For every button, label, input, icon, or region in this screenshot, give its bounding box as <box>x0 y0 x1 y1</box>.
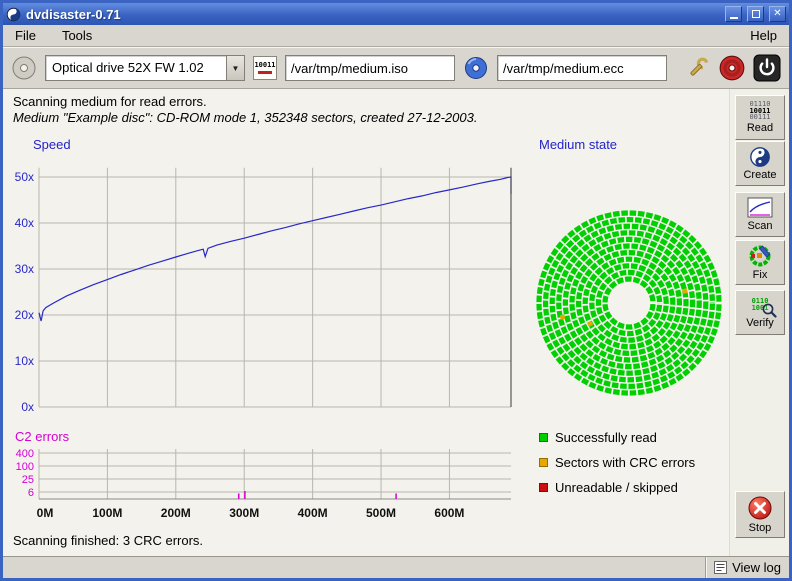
svg-text:25: 25 <box>22 474 34 486</box>
menubar: File Tools Help <box>3 25 789 47</box>
minimize-icon <box>730 17 738 19</box>
ecc-path-input[interactable] <box>497 55 667 81</box>
close-icon: ✕ <box>773 7 781 21</box>
drive-select-value: Optical drive 52X FW 1.02 <box>46 56 226 80</box>
read-button[interactable]: 01110 10011 00111 Read <box>735 95 785 140</box>
main-area: Scanning medium for read errors. Medium … <box>3 89 789 556</box>
disc-graphic <box>531 205 727 401</box>
fix-tools-icon <box>747 244 773 268</box>
view-log-button[interactable]: View log <box>705 557 789 578</box>
crc-swatch-icon <box>539 458 548 467</box>
legend-label: Successfully read <box>555 430 657 445</box>
window-menu-icon[interactable] <box>6 7 21 22</box>
menu-file[interactable]: File <box>11 27 40 44</box>
ecc-file-icon <box>463 55 489 81</box>
medium-state-title: Medium state <box>539 137 617 152</box>
svg-text:40x: 40x <box>15 216 34 230</box>
close-button[interactable]: ✕ <box>769 6 786 22</box>
svg-text:50x: 50x <box>15 170 34 184</box>
speed-chart-title: Speed <box>33 137 71 152</box>
svg-text:0M: 0M <box>37 506 54 520</box>
chevron-down-icon[interactable]: ▼ <box>226 56 244 80</box>
legend-label: Unreadable / skipped <box>555 480 678 495</box>
maximize-icon <box>752 10 760 18</box>
yin-yang-icon <box>749 146 771 168</box>
app-window: dvdisaster-0.71 ✕ File Tools Help Optica… <box>0 0 792 581</box>
drive-icon[interactable] <box>11 55 37 81</box>
svg-text:6: 6 <box>28 487 34 499</box>
stop-label: Stop <box>749 522 772 534</box>
status-line-2: Medium "Example disc": CD-ROM mode 1, 35… <box>13 110 477 125</box>
menu-help[interactable]: Help <box>746 27 781 44</box>
medium-state-legend: Successfully read Sectors with CRC error… <box>539 425 695 500</box>
svg-text:30x: 30x <box>15 262 34 276</box>
preferences-wrench-icon[interactable] <box>685 55 711 81</box>
verify-magnifier-icon: 0110 1001 <box>745 296 775 316</box>
scan-button[interactable]: Scan <box>735 192 785 237</box>
speed-chart: 0x 10x 20x 30x 40x 50x <box>5 155 527 423</box>
bottombar: View log <box>3 556 789 578</box>
c2-errors-chart: 4001002560M 100M 200M 300M 400M 500M 600M <box>5 441 527 529</box>
unreadable-swatch-icon <box>539 483 548 492</box>
image-path-input[interactable] <box>285 55 455 81</box>
fix-button[interactable]: Fix <box>735 240 785 285</box>
view-log-label: View log <box>732 560 781 575</box>
legend-item-crc: Sectors with CRC errors <box>539 450 695 475</box>
quit-power-icon[interactable] <box>753 54 781 82</box>
legend-item-unreadable: Unreadable / skipped <box>539 475 695 500</box>
fix-label: Fix <box>753 269 768 281</box>
svg-text:20x: 20x <box>15 308 34 322</box>
minimize-button[interactable] <box>725 6 742 22</box>
scan-label: Scan <box>747 220 772 232</box>
verify-button[interactable]: 0110 1001 Verify <box>735 290 785 335</box>
stop-icon <box>747 495 773 521</box>
svg-text:600M: 600M <box>434 506 464 520</box>
action-sidebar: 01110 10011 00111 Read Create <box>729 89 789 556</box>
image-file-icon: 10011 <box>253 56 277 80</box>
svg-text:300M: 300M <box>229 506 259 520</box>
svg-text:0x: 0x <box>21 400 34 414</box>
help-disc-icon[interactable] <box>718 54 746 82</box>
maximize-button[interactable] <box>747 6 764 22</box>
window-title: dvdisaster-0.71 <box>26 7 720 22</box>
svg-text:400M: 400M <box>298 506 328 520</box>
svg-text:10x: 10x <box>15 354 34 368</box>
image-file-binary: 10011 <box>254 62 275 69</box>
menu-tools[interactable]: Tools <box>58 27 96 44</box>
legend-label: Sectors with CRC errors <box>555 455 695 470</box>
image-file-redbar <box>258 71 272 74</box>
binary-read-icon: 01110 10011 00111 <box>749 101 770 121</box>
status-line-1: Scanning medium for read errors. <box>13 94 207 109</box>
svg-text:200M: 200M <box>161 506 191 520</box>
scan-chart-icon <box>747 197 773 219</box>
verify-label: Verify <box>746 317 774 329</box>
create-label: Create <box>743 169 776 181</box>
drive-select[interactable]: Optical drive 52X FW 1.02 ▼ <box>45 55 245 81</box>
svg-text:100: 100 <box>16 461 34 473</box>
toolbar: Optical drive 52X FW 1.02 ▼ 10011 <box>3 47 789 89</box>
content-panel: Scanning medium for read errors. Medium … <box>3 89 729 556</box>
legend-item-success: Successfully read <box>539 425 695 450</box>
read-label: Read <box>747 122 773 134</box>
svg-text:500M: 500M <box>366 506 396 520</box>
result-status: Scanning finished: 3 CRC errors. <box>13 533 203 548</box>
svg-text:100M: 100M <box>92 506 122 520</box>
success-swatch-icon <box>539 433 548 442</box>
titlebar: dvdisaster-0.71 ✕ <box>3 3 789 25</box>
create-button[interactable]: Create <box>735 141 785 186</box>
log-list-icon <box>714 561 727 574</box>
stop-button[interactable]: Stop <box>735 491 785 538</box>
svg-text:400: 400 <box>16 448 34 460</box>
